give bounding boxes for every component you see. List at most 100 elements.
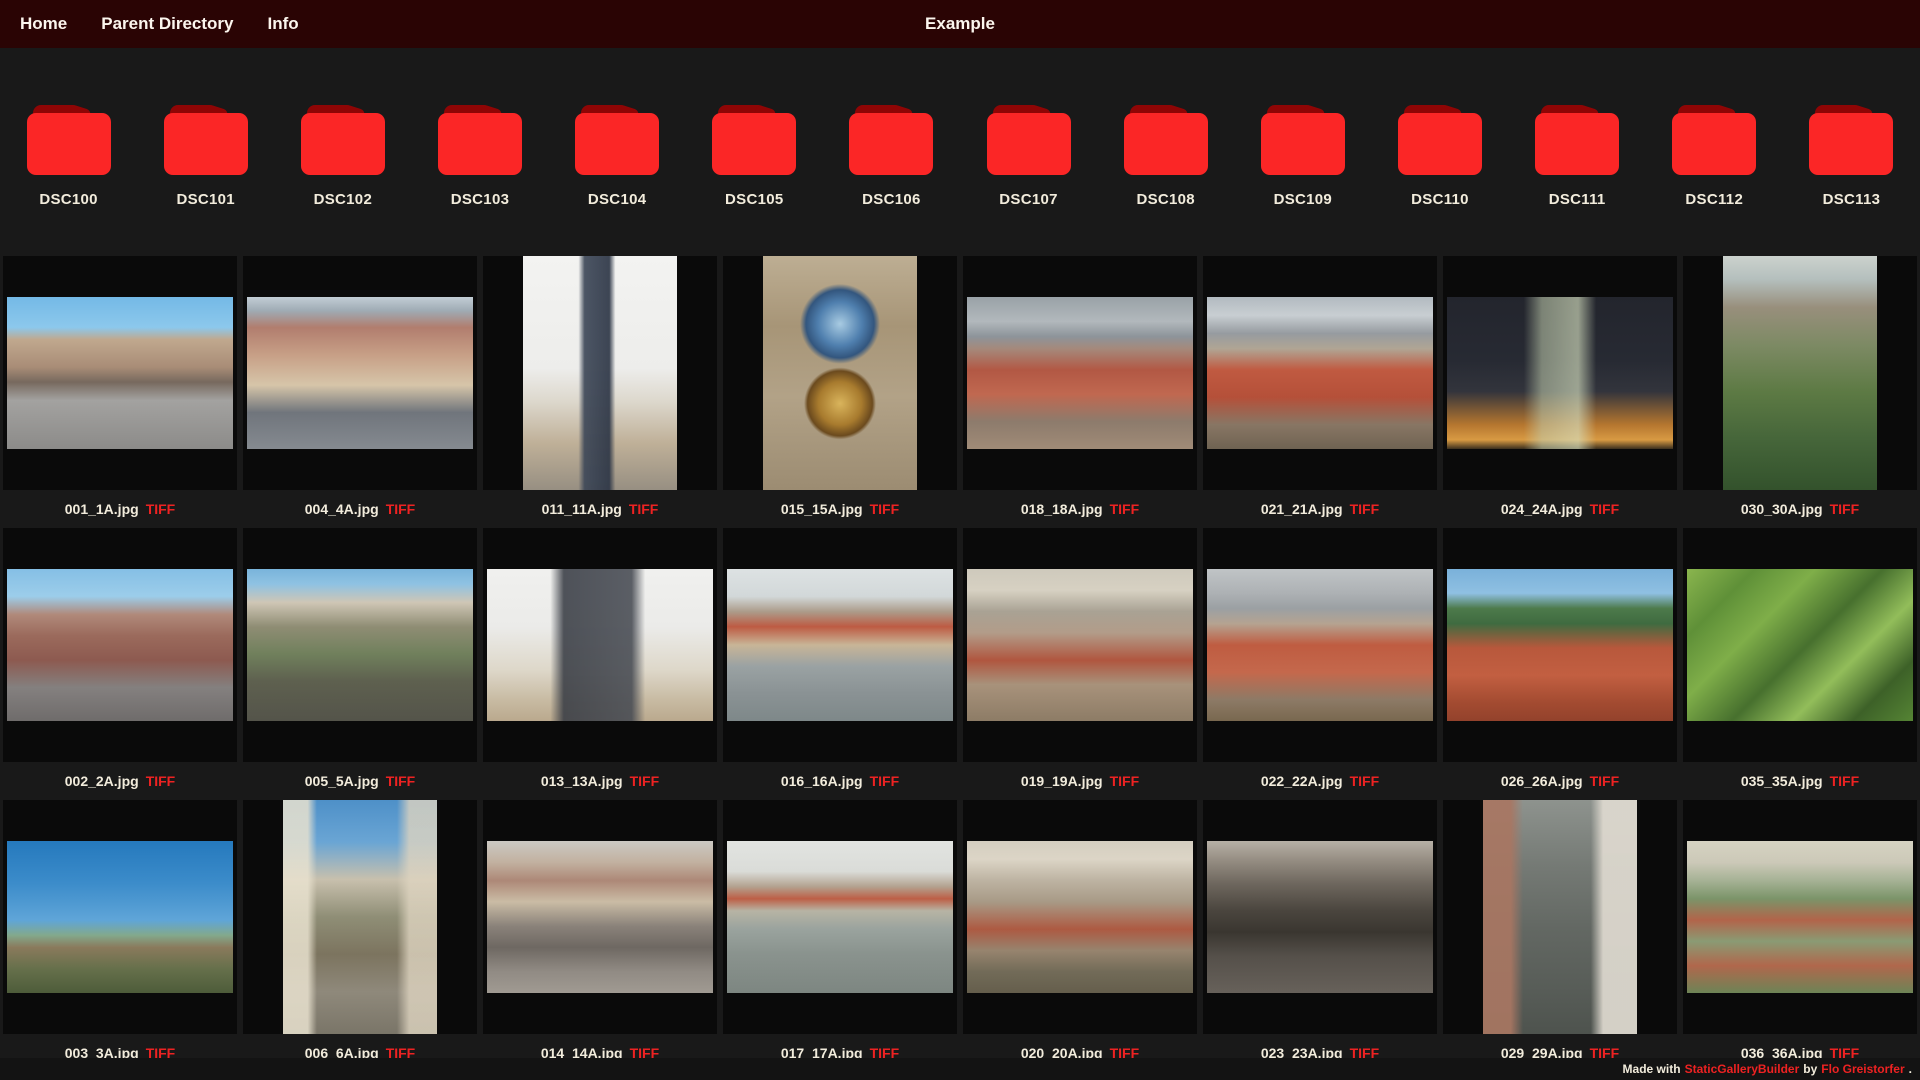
thumbnail-tile[interactable] [1683,256,1917,490]
photo-filename: 015_15A.jpg [780,501,863,517]
thumbnail-tile[interactable] [1443,528,1677,762]
folder-item[interactable]: DSC113 [1783,105,1920,208]
thumbnail-tile[interactable] [243,800,477,1034]
photo-thumbnail[interactable] [6,569,234,721]
nav-link-info[interactable]: Info [268,14,299,34]
folder-icon [1809,105,1894,175]
photo-thumbnail[interactable] [1686,569,1914,721]
photo-thumbnail[interactable] [1686,841,1914,993]
photo-thumbnail[interactable] [762,256,918,490]
tiff-link[interactable]: TIFF [1590,773,1620,789]
tiff-link[interactable]: TIFF [1830,501,1860,517]
folder-item[interactable]: DSC105 [686,105,823,208]
footer-builder-link[interactable]: StaticGalleryBuilder [1685,1062,1800,1076]
thumbnail-tile[interactable] [963,256,1197,490]
photo-thumbnail[interactable] [522,256,678,490]
thumbnail-tile[interactable] [483,528,717,762]
thumbnail-tile[interactable] [3,256,237,490]
thumbnail-tile[interactable] [1203,800,1437,1034]
folder-item[interactable]: DSC102 [274,105,411,208]
tiff-link[interactable]: TIFF [386,773,416,789]
photo-cell: 030_30A.jpg TIFF [1683,256,1917,528]
tiff-link[interactable]: TIFF [386,501,416,517]
thumbnail-tile[interactable] [1203,528,1437,762]
photo-thumbnail[interactable] [966,569,1194,721]
photo-filename: 018_18A.jpg [1020,501,1103,517]
tiff-link[interactable]: TIFF [629,501,659,517]
photo-thumbnail[interactable] [1206,841,1434,993]
photo-filename: 030_30A.jpg [1740,501,1823,517]
photo-cell: 026_26A.jpg TIFF [1443,528,1677,800]
folder-icon-body [1535,113,1620,175]
thumbnail-tile[interactable] [963,800,1197,1034]
thumbnail-tile[interactable] [483,256,717,490]
photo-cell: 001_1A.jpg TIFF [3,256,237,528]
tiff-link[interactable]: TIFF [630,773,660,789]
nav-link-parent-directory[interactable]: Parent Directory [101,14,233,34]
folder-item[interactable]: DSC104 [549,105,686,208]
photo-thumbnail[interactable] [6,297,234,449]
nav-link-home[interactable]: Home [20,14,67,34]
photo-thumbnail[interactable] [726,841,954,993]
thumbnail-tile[interactable] [963,528,1197,762]
folder-item[interactable]: DSC100 [0,105,137,208]
folder-item[interactable]: DSC108 [1097,105,1234,208]
photo-thumbnail[interactable] [1206,297,1434,449]
photo-caption: 002_2A.jpg TIFF [3,762,237,800]
folder-icon-body [1672,113,1757,175]
folder-item[interactable]: DSC107 [960,105,1097,208]
photo-thumbnail[interactable] [1482,800,1638,1034]
thumbnail-tile[interactable] [1683,800,1917,1034]
photo-thumbnail[interactable] [1722,256,1878,490]
thumbnail-tile[interactable] [1683,528,1917,762]
thumbnail-tile[interactable] [723,256,957,490]
tiff-link[interactable]: TIFF [146,501,176,517]
thumbnail-tile[interactable] [483,800,717,1034]
photo-cell: 002_2A.jpg TIFF [3,528,237,800]
photo-thumbnail[interactable] [246,569,474,721]
tiff-link[interactable]: TIFF [870,501,900,517]
tiff-link[interactable]: TIFF [1110,501,1140,517]
thumbnail-tile[interactable] [723,528,957,762]
tiff-link[interactable]: TIFF [1830,773,1860,789]
photo-thumbnail[interactable] [6,841,234,993]
tiff-link[interactable]: TIFF [870,773,900,789]
thumbnail-tile[interactable] [723,800,957,1034]
photo-thumbnail[interactable] [1446,569,1674,721]
folder-icon-body [1809,113,1894,175]
tiff-link[interactable]: TIFF [1350,501,1380,517]
photo-thumbnail[interactable] [726,569,954,721]
tiff-link[interactable]: TIFF [146,773,176,789]
thumbnail-tile[interactable] [3,800,237,1034]
photo-thumbnail[interactable] [1446,297,1674,449]
thumbnail-tile[interactable] [243,256,477,490]
thumbnail-tile[interactable] [1443,800,1677,1034]
folder-label: DSC110 [1411,191,1469,208]
photo-thumbnail[interactable] [486,569,714,721]
tiff-link[interactable]: TIFF [1110,773,1140,789]
tiff-link[interactable]: TIFF [1350,773,1380,789]
photo-thumbnail[interactable] [282,800,438,1034]
thumbnail-tile[interactable] [1203,256,1437,490]
folder-item[interactable]: DSC101 [137,105,274,208]
photo-cell: 011_11A.jpg TIFF [483,256,717,528]
photo-thumbnail[interactable] [966,297,1194,449]
folder-item[interactable]: DSC106 [823,105,960,208]
footer-author-link[interactable]: Flo Greistorfer [1821,1062,1904,1076]
thumbnail-tile[interactable] [1443,256,1677,490]
photo-filename: 001_1A.jpg [64,501,139,517]
folder-item[interactable]: DSC109 [1234,105,1371,208]
photo-thumbnail[interactable] [1206,569,1434,721]
photo-thumbnail[interactable] [966,841,1194,993]
thumbnail-tile[interactable] [243,528,477,762]
photo-thumbnail[interactable] [486,841,714,993]
folder-item[interactable]: DSC112 [1646,105,1783,208]
tiff-link[interactable]: TIFF [1590,501,1620,517]
folder-item[interactable]: DSC111 [1509,105,1646,208]
thumbnail-tile[interactable] [3,528,237,762]
folder-item[interactable]: DSC110 [1371,105,1508,208]
photo-filename: 019_19A.jpg [1020,773,1103,789]
folder-icon-body [1397,113,1482,175]
photo-thumbnail[interactable] [246,297,474,449]
folder-item[interactable]: DSC103 [411,105,548,208]
